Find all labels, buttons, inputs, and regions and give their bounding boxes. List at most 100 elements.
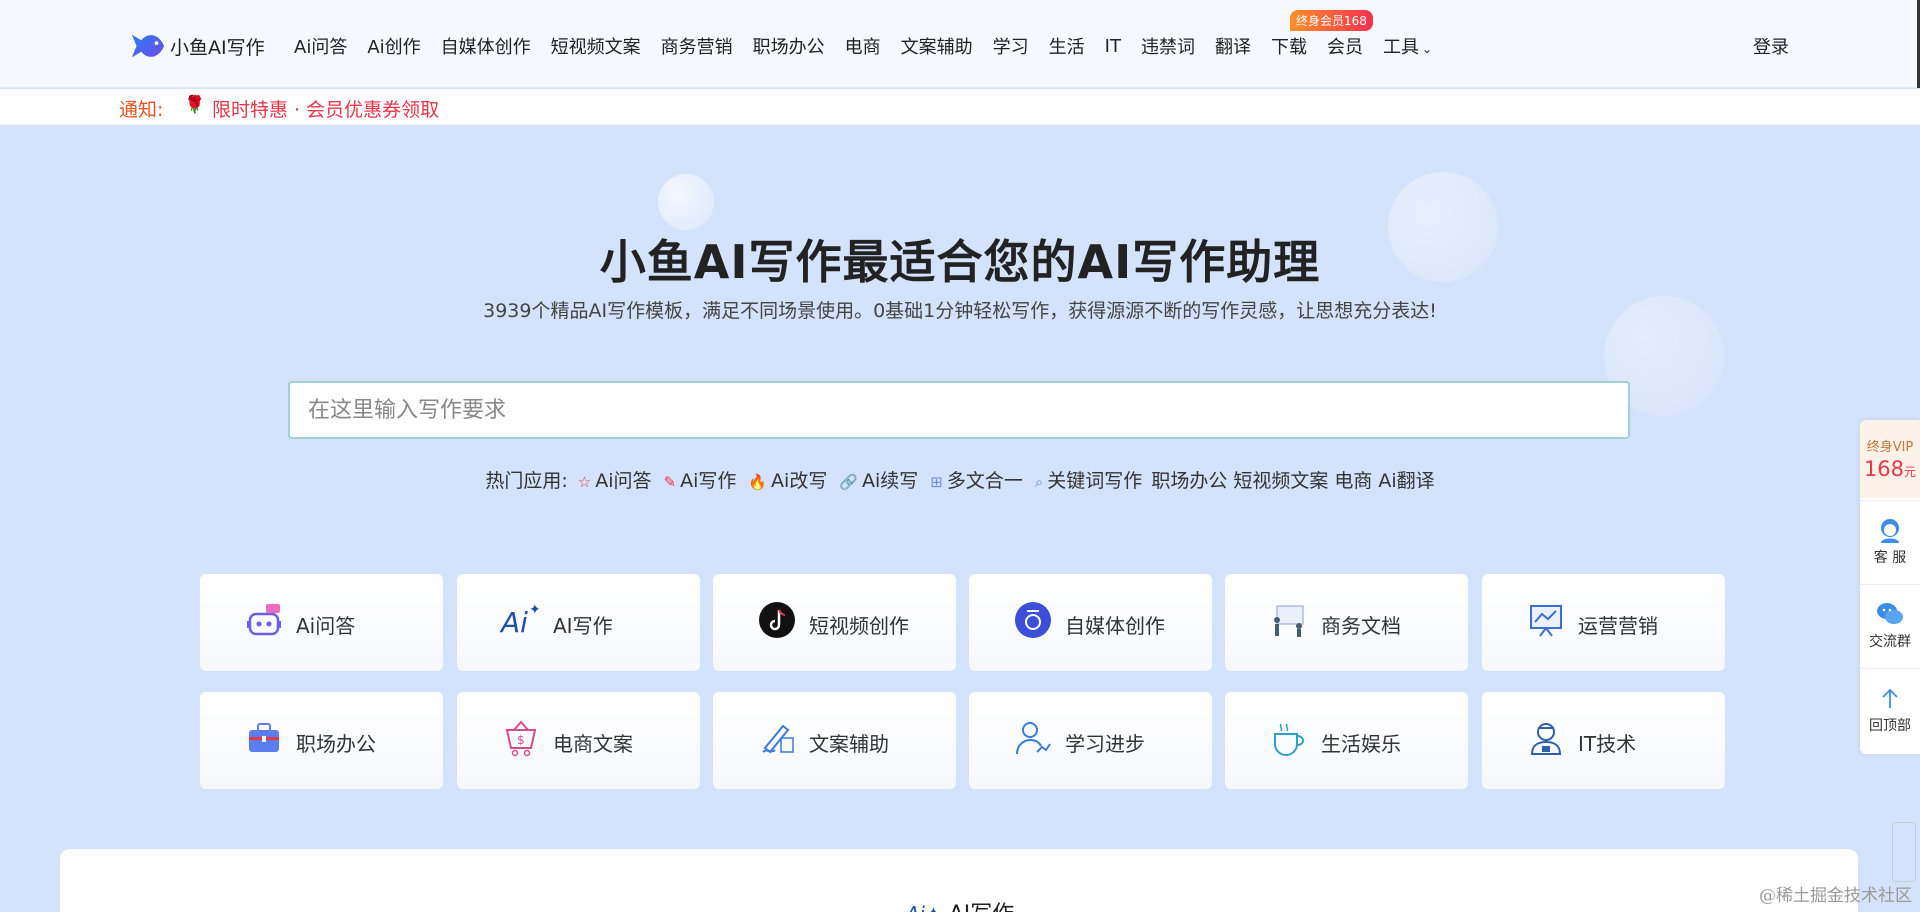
category-card-short-video[interactable]: 短视频创作 xyxy=(713,574,956,671)
category-label: Ai问答 xyxy=(296,614,356,638)
hot-app-ai-qa[interactable]: ☆ Ai问答 xyxy=(575,470,655,492)
nav-item-copy-assist[interactable]: 文案辅助 xyxy=(901,33,973,59)
hot-app-translate[interactable]: Ai翻译 xyxy=(1378,470,1434,492)
decor-bubble xyxy=(658,174,714,230)
star-icon: ☆ xyxy=(577,473,592,491)
vip-badge[interactable]: 终身会员168 xyxy=(1290,10,1373,31)
hot-apps-row: 热门应用: ☆ Ai问答 ✎ Ai写作 🔥 Ai改写 🔗 Ai续写 ⊞ 多文合一 ⌕ 关键词写作 职场办公… xyxy=(0,466,1920,493)
nav-item-it[interactable]: IT xyxy=(1105,36,1121,57)
sidebar-vip[interactable]: 终身VIP 168元 xyxy=(1860,420,1920,498)
category-label: 学习进步 xyxy=(1065,732,1145,756)
category-card-self-media[interactable]: 自媒体创作 xyxy=(969,574,1212,671)
nav-item-life[interactable]: 生活 xyxy=(1049,33,1085,59)
category-label: AI写作 xyxy=(553,614,613,638)
sidebar-group-chat[interactable]: 交流群 xyxy=(1860,584,1920,668)
hot-app-label: 关键词写作 xyxy=(1047,470,1143,492)
category-label: 生活娱乐 xyxy=(1321,732,1401,756)
fish-logo-icon xyxy=(131,34,165,58)
logo[interactable]: 小鱼AI写作 xyxy=(128,26,265,66)
watermark: @稀土掘金技术社区 xyxy=(1759,886,1912,906)
flame-icon: 🔥 xyxy=(748,473,768,491)
category-card-ai-qa[interactable]: Ai问答 xyxy=(200,574,443,671)
top-header: 小鱼AI写作 Ai问答 Ai创作 自媒体创作 短视频文案 商务营销 职场办公 电… xyxy=(0,0,1920,88)
hero-subtitle: 3939个精品AI写作模板，满足不同场景使用。0基础1分钟轻松写作，获得源源不断… xyxy=(483,300,1437,322)
vip-price-value: 168 xyxy=(1863,457,1905,481)
rose-icon: 🌹 xyxy=(184,95,206,115)
hot-app-keyword[interactable]: ⌕ 关键词写作 xyxy=(1032,470,1145,492)
vip-price-unit: 元 xyxy=(1904,465,1917,479)
hot-app-label: Ai写作 xyxy=(680,470,737,492)
section-title-text: AI写作 xyxy=(949,902,1015,912)
floating-sidebar: 终身VIP 168元 客 服 交流群 回顶部 xyxy=(1860,420,1920,754)
arrow-up-icon xyxy=(1860,683,1920,713)
hot-app-merge[interactable]: ⊞ 多文合一 xyxy=(927,470,1026,492)
writing-request-input[interactable] xyxy=(288,381,1630,439)
login-link[interactable]: 登录 xyxy=(1753,33,1789,59)
category-card-ai-writing[interactable]: Ai ✦ AI写作 xyxy=(457,574,700,671)
category-card-ecommerce-copy[interactable]: $ 电商文案 xyxy=(457,692,700,789)
category-card-business-docs[interactable]: 商务文档 xyxy=(1225,574,1468,671)
nav-item-tools[interactable]: 工具 ⌄ xyxy=(1383,33,1432,59)
category-label: 自媒体创作 xyxy=(1065,614,1165,638)
nav-item-member[interactable]: 会员 xyxy=(1327,33,1363,59)
category-label: 电商文案 xyxy=(553,732,633,756)
category-label: 职场办公 xyxy=(296,732,376,756)
nav-item-self-media[interactable]: 自媒体创作 xyxy=(441,33,531,59)
category-card-copy-assist[interactable]: 文案辅助 xyxy=(713,692,956,789)
notice-bar: 通知: 🌹 限时特惠 · 会员优惠券领取 xyxy=(0,89,1920,125)
hot-app-label: 多文合一 xyxy=(946,470,1023,492)
sidebar-vip-price: 168元 xyxy=(1860,457,1920,481)
nav-item-office[interactable]: 职场办公 xyxy=(753,33,825,59)
main-nav: Ai问答 Ai创作 自媒体创作 短视频文案 商务营销 职场办公 电商 文案辅助 … xyxy=(294,33,1452,59)
sidebar-customer-service[interactable]: 客 服 xyxy=(1860,500,1920,584)
sidebar-item-label: 客 服 xyxy=(1873,550,1907,566)
sidebar-item-label: 交流群 xyxy=(1869,634,1911,650)
hot-app-ai-write[interactable]: ✎ Ai写作 xyxy=(661,470,740,492)
nav-item-ai-qa[interactable]: Ai问答 xyxy=(294,33,347,59)
hot-app-label: Ai改写 xyxy=(771,470,828,492)
search-icon: ⌕ xyxy=(1034,473,1044,491)
link-icon: 🔗 xyxy=(839,473,859,491)
category-card-study[interactable]: 学习进步 xyxy=(969,692,1212,789)
sidebar-back-to-top[interactable]: 回顶部 xyxy=(1860,668,1920,752)
hot-app-label: Ai续写 xyxy=(862,470,919,492)
hot-app-label: Ai问答 xyxy=(595,470,652,492)
hot-app-office[interactable]: 职场办公 xyxy=(1151,470,1227,492)
nav-item-download[interactable]: 下载 xyxy=(1271,33,1307,59)
sidebar-item-label: 回顶部 xyxy=(1869,718,1911,734)
feather-icon: ✎ xyxy=(663,473,677,491)
category-label: 文案辅助 xyxy=(809,732,889,756)
chevron-down-icon: ⌄ xyxy=(1421,42,1433,56)
category-label: 商务文档 xyxy=(1321,614,1401,638)
hot-app-ai-continue[interactable]: 🔗 Ai续写 xyxy=(836,470,921,492)
category-label: 运营营销 xyxy=(1578,614,1658,638)
nav-item-ai-create[interactable]: Ai创作 xyxy=(367,33,420,59)
category-card-operations-marketing[interactable]: 运营营销 xyxy=(1482,574,1725,671)
hot-apps-label: 热门应用: xyxy=(485,470,568,492)
ai-sparkle-icon: Ai✦ xyxy=(906,902,942,912)
hero-title: 小鱼AI写作最适合您的AI写作助理 xyxy=(599,235,1321,289)
wechat-icon xyxy=(1860,599,1920,629)
category-card-it[interactable]: IT技术 xyxy=(1482,692,1725,789)
notice-label: 通知: xyxy=(119,99,164,121)
category-card-life[interactable]: 生活娱乐 xyxy=(1225,692,1468,789)
nav-item-banned-words[interactable]: 违禁词 xyxy=(1141,33,1195,59)
customer-service-icon xyxy=(1860,515,1920,545)
nav-item-translate[interactable]: 翻译 xyxy=(1215,33,1251,59)
hot-app-ai-rewrite[interactable]: 🔥 Ai改写 xyxy=(745,470,830,492)
section-title: Ai✦ AI写作 xyxy=(0,896,1920,912)
hot-app-short-video[interactable]: 短视频文案 xyxy=(1233,470,1328,492)
nav-item-business[interactable]: 商务营销 xyxy=(661,33,733,59)
hot-app-ecommerce[interactable]: 电商 xyxy=(1334,470,1372,492)
corner-scroll-widget[interactable] xyxy=(1892,822,1916,882)
category-label: IT技术 xyxy=(1578,732,1637,756)
category-card-office[interactable]: 职场办公 xyxy=(200,692,443,789)
category-label: 短视频创作 xyxy=(809,614,909,638)
notice-link[interactable]: 限时特惠 · 会员优惠券领取 xyxy=(212,95,439,122)
logo-text: 小鱼AI写作 xyxy=(170,36,265,59)
nav-item-ecommerce[interactable]: 电商 xyxy=(845,33,881,59)
nav-item-tools-label: 工具 xyxy=(1382,37,1419,58)
nav-item-short-video[interactable]: 短视频文案 xyxy=(551,33,641,59)
nav-item-study[interactable]: 学习 xyxy=(993,33,1029,59)
merge-icon: ⊞ xyxy=(930,473,943,491)
